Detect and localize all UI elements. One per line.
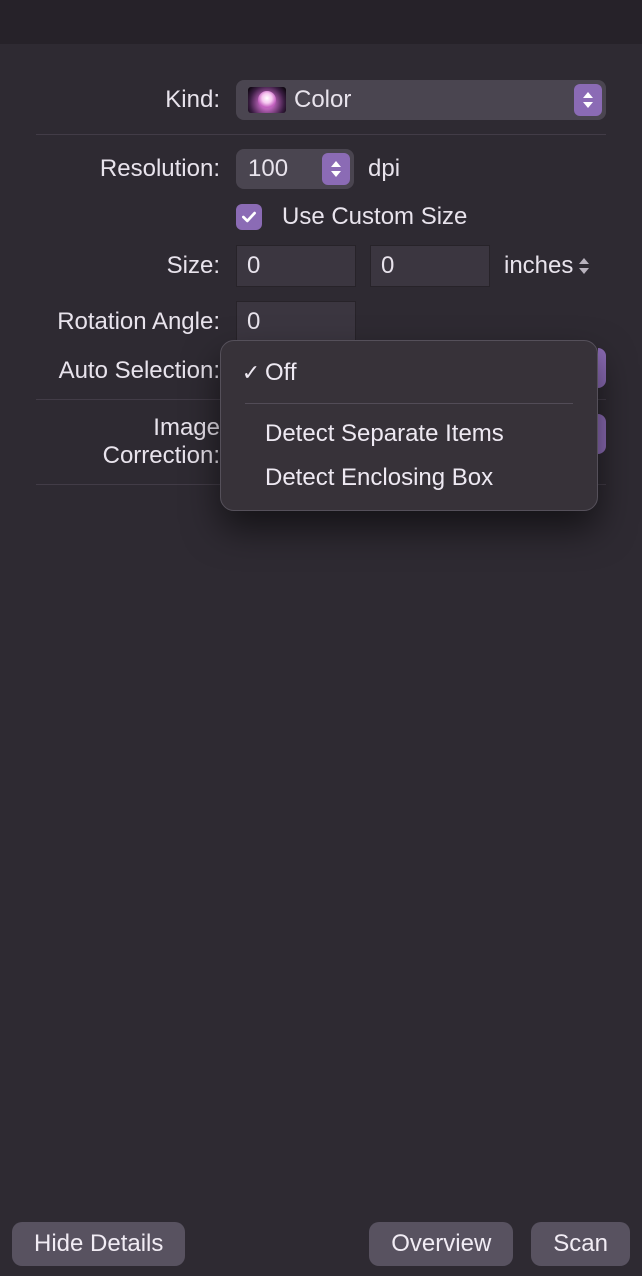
kind-value: Color bbox=[294, 86, 351, 114]
auto-selection-select[interactable] bbox=[598, 348, 606, 388]
footer: Hide Details Overview Scan bbox=[0, 1222, 642, 1266]
updown-icon bbox=[574, 84, 602, 116]
divider bbox=[36, 134, 606, 135]
size-unit-label: inches bbox=[504, 252, 573, 280]
image-correction-select[interactable] bbox=[598, 414, 606, 454]
flower-icon bbox=[248, 87, 286, 113]
menu-item-off[interactable]: ✓ Off bbox=[231, 351, 587, 395]
menu-item-detect-enclosing[interactable]: Detect Enclosing Box bbox=[231, 456, 587, 500]
menu-item-detect-separate[interactable]: Detect Separate Items bbox=[231, 412, 587, 456]
resolution-unit: dpi bbox=[368, 155, 400, 183]
size-width-input[interactable] bbox=[236, 245, 356, 287]
resolution-stepper[interactable]: 100 bbox=[236, 149, 354, 189]
size-unit-select[interactable]: inches bbox=[504, 252, 589, 280]
updown-icon bbox=[579, 258, 589, 274]
window-titlebar bbox=[0, 0, 642, 44]
custom-size-checkbox[interactable] bbox=[236, 204, 262, 230]
hide-details-button[interactable]: Hide Details bbox=[12, 1222, 185, 1266]
overview-button[interactable]: Overview bbox=[369, 1222, 513, 1266]
custom-size-label: Use Custom Size bbox=[282, 203, 467, 231]
kind-label: Kind: bbox=[36, 86, 236, 114]
resolution-value: 100 bbox=[248, 155, 288, 183]
auto-selection-menu: ✓ Off Detect Separate Items Detect Enclo… bbox=[220, 340, 598, 511]
menu-item-label: Off bbox=[265, 359, 297, 387]
rotation-label: Rotation Angle: bbox=[36, 308, 236, 336]
size-label: Size: bbox=[36, 252, 236, 280]
rotation-input[interactable] bbox=[236, 301, 356, 343]
image-correction-label: Image Correction: bbox=[36, 414, 236, 470]
size-height-input[interactable] bbox=[370, 245, 490, 287]
check-icon bbox=[240, 208, 258, 226]
menu-separator bbox=[245, 403, 573, 404]
menu-item-label: Detect Separate Items bbox=[265, 420, 504, 448]
auto-selection-label: Auto Selection: bbox=[36, 357, 236, 385]
scan-button[interactable]: Scan bbox=[531, 1222, 630, 1266]
updown-icon bbox=[322, 153, 350, 185]
menu-item-label: Detect Enclosing Box bbox=[265, 464, 493, 492]
resolution-label: Resolution: bbox=[36, 155, 236, 183]
check-icon: ✓ bbox=[237, 360, 265, 386]
kind-select[interactable]: Color bbox=[236, 80, 606, 120]
